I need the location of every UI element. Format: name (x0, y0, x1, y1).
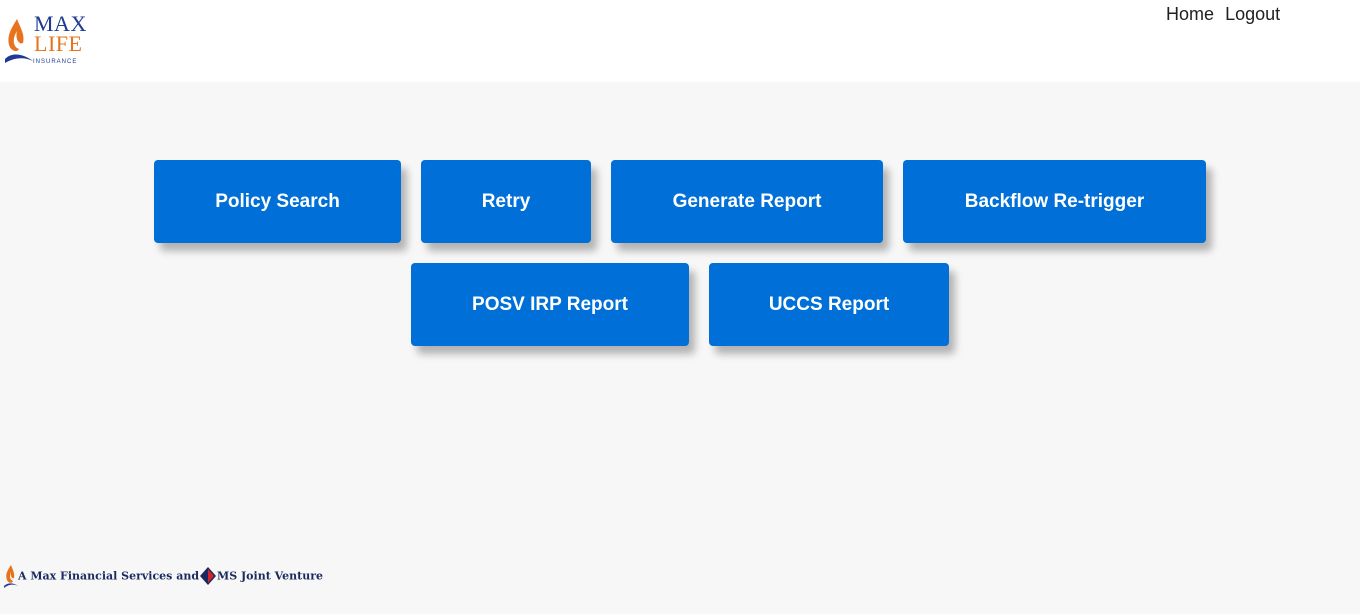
header-bar: MAX LIFE INSURANCE Home Logout (0, 0, 1360, 82)
generate-report-button[interactable]: Generate Report (611, 160, 883, 243)
backflow-retrigger-button[interactable]: Backflow Re-trigger (903, 160, 1206, 243)
policy-search-button[interactable]: Policy Search (154, 160, 401, 243)
top-nav: Home Logout (1166, 4, 1286, 24)
posv-irp-report-button[interactable]: POSV IRP Report (411, 263, 689, 346)
max-life-logo[interactable]: MAX LIFE INSURANCE (3, 13, 91, 71)
mitsui-sumitomo-diamond-icon (200, 567, 217, 585)
footer-text-part1: A Max Financial Services and (18, 569, 200, 583)
logo-text-insurance: INSURANCE (33, 59, 78, 65)
max-flame-icon (4, 565, 18, 588)
footer-text-part2: MS Joint Venture (217, 569, 324, 583)
retry-button[interactable]: Retry (421, 160, 591, 243)
uccs-report-button[interactable]: UCCS Report (709, 263, 949, 346)
home-link[interactable]: Home (1166, 4, 1214, 24)
flame-icon (5, 19, 33, 63)
logout-link[interactable]: Logout (1225, 4, 1280, 24)
logo-text-life: LIFE (34, 31, 83, 56)
footer-joint-venture: A Max Financial Services and MS Joint Ve… (4, 564, 323, 592)
